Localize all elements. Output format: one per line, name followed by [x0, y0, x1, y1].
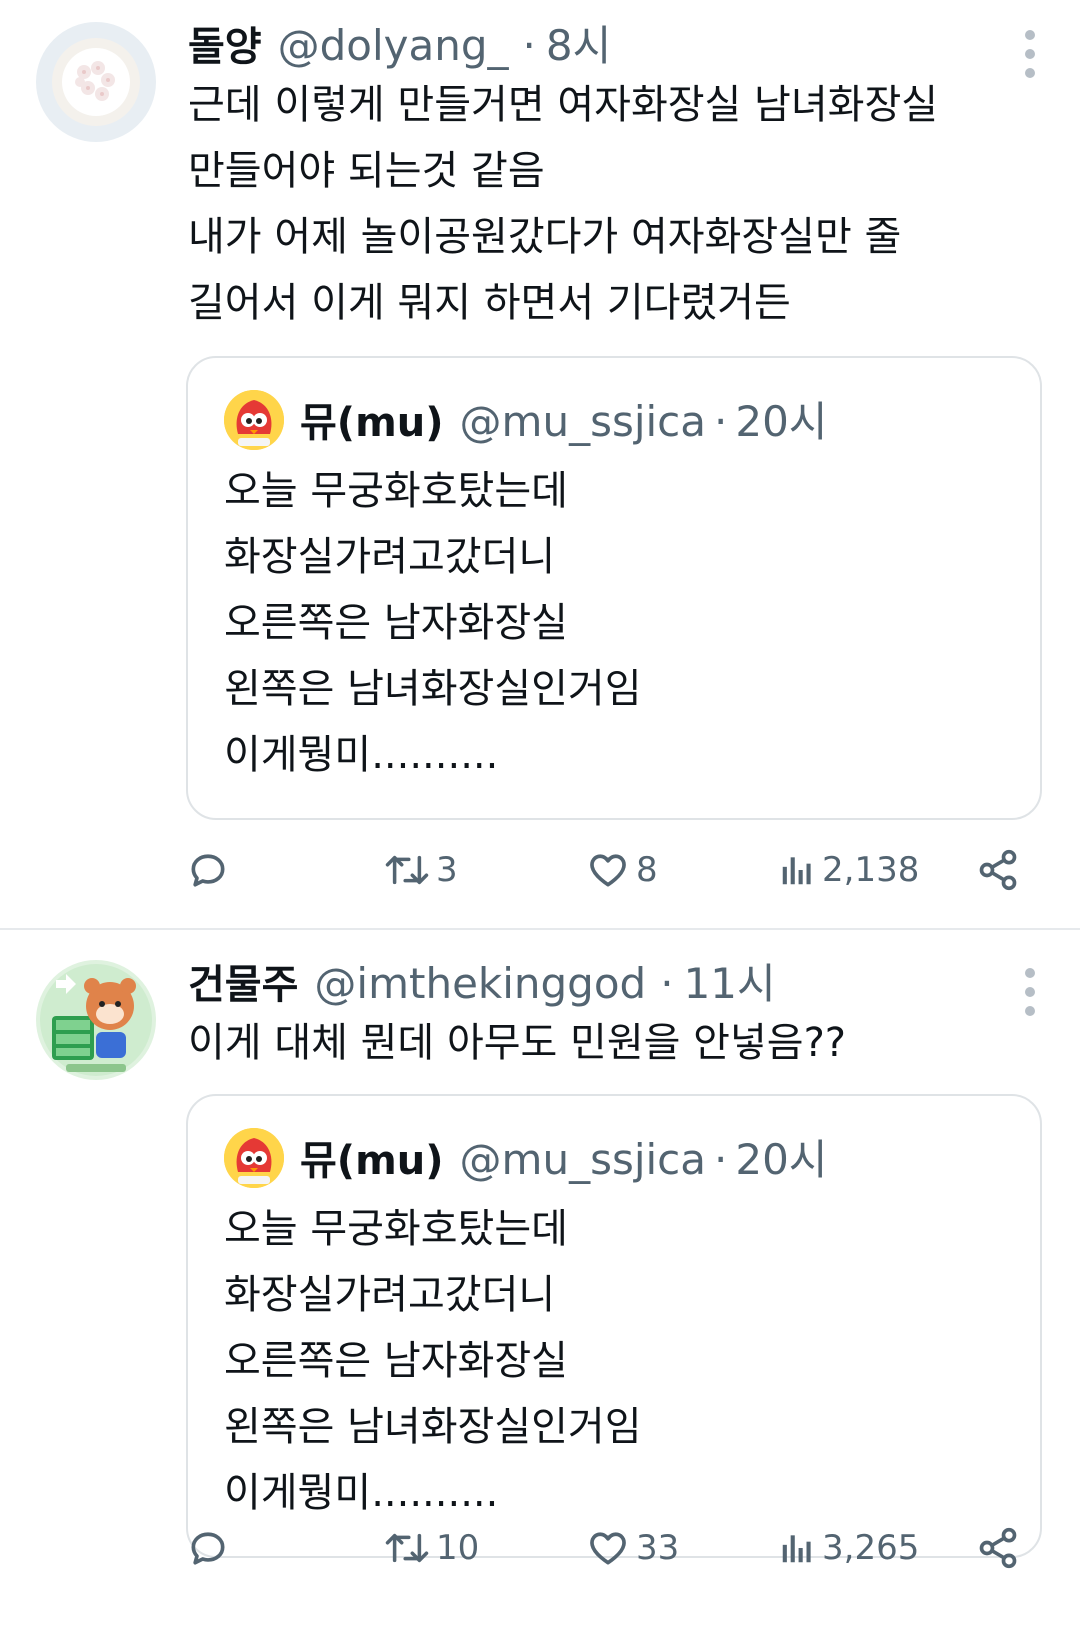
- tweet-header: 돌양 @dolyang_ · 8시: [188, 12, 611, 73]
- quoted-author-handle: @mu_ssjica: [459, 1135, 706, 1184]
- quoted-tweet-header: 뮤(mu) @mu_ssjica · 20시: [300, 1126, 827, 1187]
- quoted-text-line: 오늘 무궁화호탔는데: [224, 468, 568, 514]
- heart-icon: [590, 854, 626, 887]
- views-icon: [782, 1535, 811, 1563]
- quoted-text-line: 이게뭥미..........: [224, 732, 499, 778]
- retweet-icon: [385, 855, 429, 885]
- quoted-text-line: 오른쪽은 남자화장실: [224, 600, 568, 646]
- quoted-text-line: 왼쪽은 남녀화장실인거임: [224, 666, 642, 712]
- quoted-text-line: 오른쪽은 남자화장실: [224, 1338, 568, 1384]
- tweet-header: 건물주 @imthekinggod · 11시: [188, 950, 776, 1011]
- quoted-timestamp: 20시: [735, 397, 828, 446]
- tweet[interactable]: 돌양 @dolyang_ · 8시 근데 이렇게 만들거면 여자화장실 남녀화장…: [0, 0, 1080, 930]
- views-button[interactable]: 2,138: [778, 840, 919, 900]
- quoted-text-line: 오늘 무궁화호탔는데: [224, 1206, 568, 1252]
- quoted-tweet[interactable]: 뮤(mu) @mu_ssjica · 20시 오늘 무궁화호탔는데 화장실가려고…: [186, 356, 1042, 820]
- retweet-count: 3: [436, 850, 458, 890]
- quoted-text-line: 왼쪽은 남녀화장실인거임: [224, 1404, 642, 1450]
- quoted-tweet[interactable]: 뮤(mu) @mu_ssjica · 20시 오늘 무궁화호탔는데 화장실가려고…: [186, 1094, 1042, 1558]
- views-count: 3,265: [822, 1528, 920, 1568]
- author-handle[interactable]: @dolyang_: [278, 21, 509, 70]
- tweet-actions: 3 8 2,138: [0, 840, 1080, 900]
- heart-icon: [590, 1532, 626, 1565]
- quoted-text-line: 화장실가려고갔더니: [224, 534, 556, 580]
- retweet-icon: [385, 1533, 429, 1563]
- like-button[interactable]: 33: [586, 1518, 679, 1578]
- tweet-text-line: 만들어야 되는것 같음: [188, 148, 545, 194]
- quoted-author-name: 뮤(mu): [300, 1138, 444, 1184]
- quoted-author-name: 뮤(mu): [300, 400, 444, 446]
- quoted-author-avatar: [224, 1128, 284, 1188]
- more-icon[interactable]: [1024, 968, 1036, 1016]
- share-button[interactable]: [976, 840, 1020, 900]
- quoted-tweet-text: 오늘 무궁화호탔는데 화장실가려고갔더니 오른쪽은 남자화장실 왼쪽은 남녀화장…: [224, 458, 642, 788]
- like-button[interactable]: 8: [586, 840, 658, 900]
- quoted-text-line: 이게뭥미..........: [224, 1470, 499, 1516]
- like-count: 33: [636, 1528, 680, 1568]
- quoted-author-avatar: [224, 390, 284, 450]
- quoted-text-line: 화장실가려고갔더니: [224, 1272, 556, 1318]
- tweet-text-line: 내가 어제 놀이공원갔다가 여자화장실만 줄: [188, 214, 902, 260]
- separator-dot: ·: [522, 21, 536, 70]
- author-name[interactable]: 돌양: [188, 14, 262, 72]
- timestamp[interactable]: 11시: [684, 950, 776, 1011]
- tweet-text: 이게 대체 뭔데 아무도 민원을 안넣음??: [188, 1010, 1048, 1076]
- views-button[interactable]: 3,265: [778, 1518, 919, 1578]
- author-avatar[interactable]: [36, 22, 156, 142]
- reply-icon: [191, 1532, 225, 1565]
- tweet-text-line: 근데 이렇게 만들거면 여자화장실 남녀화장실: [188, 82, 939, 128]
- like-count: 8: [636, 850, 658, 890]
- share-icon: [979, 849, 1017, 891]
- retweet-button[interactable]: 3: [384, 840, 458, 900]
- tweet[interactable]: 건물주 @imthekinggod · 11시 이게 대체 뭔데 아무도 민원을…: [0, 932, 1080, 1640]
- more-icon[interactable]: [1024, 30, 1036, 78]
- divider: [0, 928, 1080, 930]
- reply-button[interactable]: [186, 840, 236, 900]
- share-button[interactable]: [976, 1518, 1020, 1578]
- quoted-tweet-text: 오늘 무궁화호탔는데 화장실가려고갔더니 오른쪽은 남자화장실 왼쪽은 남녀화장…: [224, 1196, 642, 1526]
- reply-icon: [191, 854, 225, 887]
- retweet-count: 10: [436, 1528, 480, 1568]
- views-count: 2,138: [822, 850, 920, 890]
- timestamp[interactable]: 8시: [546, 12, 611, 73]
- share-icon: [979, 1527, 1017, 1569]
- author-avatar[interactable]: [36, 960, 156, 1080]
- tweet-text: 근데 이렇게 만들거면 여자화장실 남녀화장실 만들어야 되는것 같음 내가 어…: [188, 72, 1048, 336]
- reply-button[interactable]: [186, 1518, 236, 1578]
- tweet-actions: 10 33 3,265: [0, 1518, 1080, 1578]
- quoted-author-handle: @mu_ssjica: [459, 397, 706, 446]
- quoted-timestamp: 20시: [735, 1135, 828, 1184]
- separator-dot: ·: [660, 959, 674, 1008]
- quoted-tweet-header: 뮤(mu) @mu_ssjica · 20시: [300, 388, 827, 449]
- tweet-text-line: 이게 대체 뭔데 아무도 민원을 안넣음??: [188, 1020, 847, 1066]
- retweet-button[interactable]: 10: [384, 1518, 479, 1578]
- author-name[interactable]: 건물주: [188, 952, 298, 1010]
- separator-dot: ·: [714, 1135, 728, 1184]
- views-icon: [782, 857, 811, 885]
- separator-dot: ·: [714, 397, 728, 446]
- author-handle[interactable]: @imthekinggod: [314, 959, 646, 1008]
- tweet-text-line: 길어서 이게 뭐지 하면서 기다렸거든: [188, 280, 791, 326]
